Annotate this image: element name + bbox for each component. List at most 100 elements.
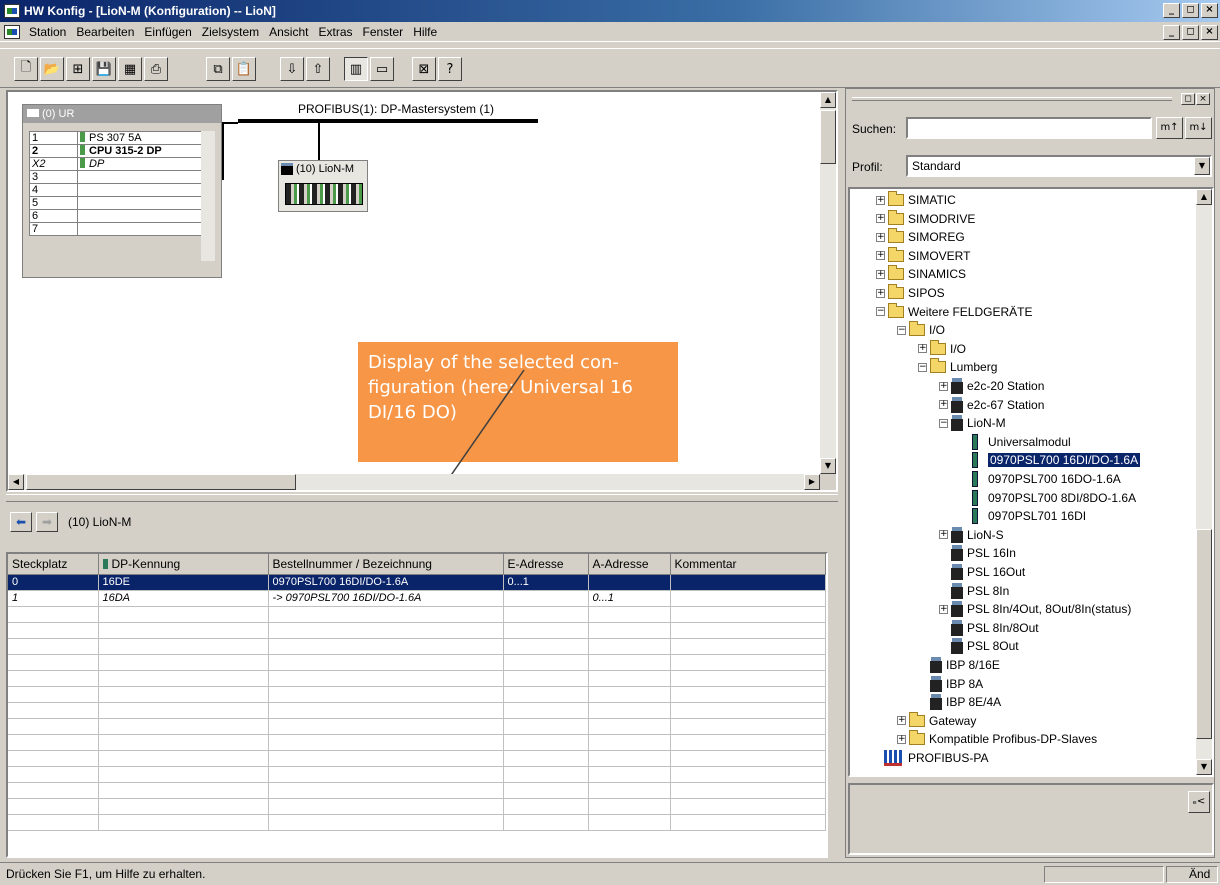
tree-item[interactable]: + Kompatible Profibus-DP-Slaves [897,730,1097,748]
expand-icon[interactable]: + [939,604,948,614]
print-icon[interactable]: ⎙ [144,57,168,81]
tree-item[interactable]: 0970PSL700 8DI/8DO-1.6A [960,489,1136,507]
expand-icon[interactable]: + [876,232,885,242]
scroll-up-icon[interactable]: ▲ [820,92,836,108]
tree-item[interactable]: + SIMATIC [876,191,956,209]
hscroll-thumb[interactable] [26,474,296,490]
expand-icon[interactable]: + [876,195,885,205]
expand-icon[interactable]: + [876,251,885,261]
tree-item[interactable]: Universalmodul [960,433,1071,451]
expand-icon[interactable]: + [897,716,906,726]
tree-item[interactable]: + I/O [918,339,966,358]
col-steckplatz[interactable]: Steckplatz [8,554,99,575]
catalog-restore-icon[interactable]: ◻ [1181,93,1195,105]
canvas-hscroll[interactable]: ◀ ▶ [8,474,820,490]
tree-item[interactable]: + e2c-67 Station [939,396,1044,414]
doc-close-button[interactable]: × [1201,25,1218,40]
doc-minimize-button[interactable]: _ [1163,25,1180,40]
menu-hilfe[interactable]: Hilfe [408,25,442,39]
col-dp-kennung[interactable]: DP-Kennung [98,554,269,575]
canvas-vscroll[interactable]: ▲ ▼ [820,92,836,474]
col-a-adresse[interactable]: A-Adresse [588,554,671,575]
close-button[interactable]: × [1201,3,1218,18]
detail-table[interactable]: Steckplatz DP-Kennung Bestellnummer / Be… [6,552,828,858]
expand-icon[interactable]: + [876,269,885,279]
tree-item[interactable]: − Lumberg [918,358,997,376]
col-e-adresse[interactable]: E-Adresse [503,554,589,575]
search-up-button[interactable]: m↑ [1156,117,1183,139]
info-toggle-icon[interactable]: ₑ< [1188,791,1210,813]
catalog-titlebar[interactable]: ◻ × [846,89,1214,111]
tree-item[interactable]: + Gateway [897,711,976,730]
detail-row[interactable]: 1 16DA -> 0970PSL700 16DI/DO-1.6A 0...1 [8,590,826,607]
open-icon[interactable]: 📂 [40,57,64,81]
collapse-icon[interactable]: − [918,362,927,372]
tree-item[interactable]: PSL 16In [939,544,1016,562]
window-icon[interactable]: ▭ [370,57,394,81]
tree-item[interactable]: − Weitere FELDGERÄTE [876,302,1032,321]
new-icon[interactable]: 🗋 [14,57,38,81]
help-icon[interactable]: ? [438,57,462,81]
expand-icon[interactable]: + [939,530,948,540]
station-view[interactable]: (0) UR 1 PS 307 5A 2 CPU 315-2 DP X2 DP 3 4 5 6 7 … [8,92,820,474]
tree-scroll-up-icon[interactable]: ▲ [1196,189,1212,205]
expand-icon[interactable]: + [918,344,927,354]
tree-item[interactable]: + SIMOVERT [876,246,970,265]
tree-item[interactable]: PROFIBUS-PA [872,749,988,767]
col-bestellnummer[interactable]: Bestellnummer / Bezeichnung [268,554,504,575]
menu-fenster[interactable]: Fenster [358,25,409,39]
tree-item[interactable]: + SIPOS [876,284,945,302]
tree-item[interactable]: + SIMOREG [876,228,965,246]
pane-splitter[interactable] [6,494,838,502]
scroll-left-icon[interactable]: ◀ [8,474,24,490]
profile-select[interactable]: Standard ▼ [906,155,1212,177]
minimize-button[interactable]: _ [1163,3,1180,18]
scroll-right-icon[interactable]: ▶ [804,474,820,490]
tree-item[interactable]: 0970PSL700 16DI/DO-1.6A [960,451,1141,469]
upload-icon[interactable]: ⇧ [306,57,330,81]
expand-icon[interactable]: + [939,381,948,391]
tree-item[interactable]: PSL 16Out [939,563,1025,581]
expand-icon[interactable]: + [876,288,885,298]
tree-item[interactable]: − I/O [897,321,945,339]
paste-icon[interactable]: 📋 [232,57,256,81]
col-kommentar[interactable]: Kommentar [670,554,826,575]
tree-scroll-thumb[interactable] [1196,529,1212,739]
catalog-icon[interactable]: ▥ [344,57,368,81]
tree-item[interactable]: + PSL 8In/4Out, 8Out/8In(status) [939,600,1131,618]
menu-bearbeiten[interactable]: Bearbeiten [71,25,139,39]
catalog-tree[interactable]: + SIMATIC + SIMODRIVE + SIMOREG + SIMOVERT + SINA… [848,187,1214,777]
tree-item[interactable]: + SIMODRIVE [876,209,975,228]
expand-icon[interactable]: + [939,400,948,410]
tree-item[interactable]: + LioN-S [939,526,1004,544]
forward-arrow-icon[interactable]: ➡ [36,512,58,532]
tree-item[interactable]: + e2c-20 Station [939,377,1044,395]
doc-icon[interactable] [4,24,20,39]
collapse-icon[interactable]: − [897,325,906,335]
network-icon[interactable]: ⊞ [66,57,90,81]
search-input[interactable] [906,117,1152,139]
tree-item[interactable]: 0970PSL700 16DO-1.6A [960,470,1121,488]
expand-icon[interactable]: + [897,734,906,744]
save-icon[interactable]: 💾 [92,57,116,81]
chevron-down-icon[interactable]: ▼ [1194,157,1210,175]
tree-item[interactable]: PSL 8In/8Out [939,619,1039,637]
collapse-icon[interactable]: − [876,307,885,317]
download-icon[interactable]: ⇩ [280,57,304,81]
copy-icon[interactable]: ⧉ [206,57,230,81]
tree-item[interactable]: 0970PSL701 16DI [960,507,1086,525]
compile-icon[interactable]: ▦ [118,57,142,81]
netpro-icon[interactable]: ⊠ [412,57,436,81]
detail-row[interactable]: 0 16DE 0970PSL700 16DI/DO-1.6A 0...1 [8,574,826,591]
tree-item[interactable]: IBP 8E/4A [918,693,1001,711]
tree-item[interactable]: IBP 8/16E [918,656,1000,674]
doc-maximize-button[interactable]: ◻ [1182,25,1199,40]
menu-station[interactable]: Station [24,25,71,39]
catalog-grip[interactable] [852,97,1172,101]
tree-item[interactable]: + SINAMICS [876,265,966,283]
maximize-button[interactable]: ◻ [1182,3,1199,18]
tree-scroll-down-icon[interactable]: ▼ [1196,759,1212,775]
catalog-close-icon[interactable]: × [1196,93,1210,105]
tree-item[interactable]: PSL 8In [939,582,1009,600]
tree-item[interactable]: IBP 8A [918,675,983,693]
